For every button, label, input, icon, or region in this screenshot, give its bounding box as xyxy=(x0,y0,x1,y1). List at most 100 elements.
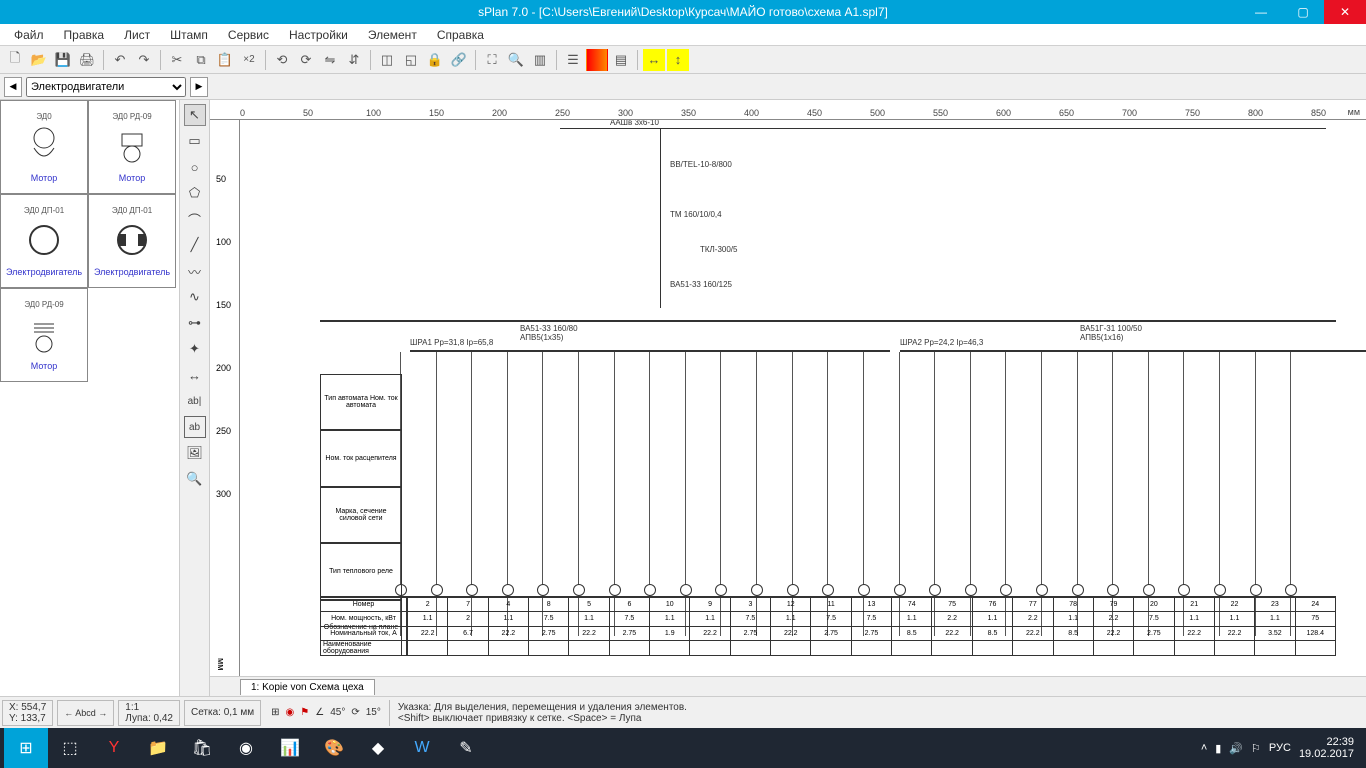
taskbar-app3[interactable]: ◆ xyxy=(356,728,400,768)
lib-prev-button[interactable]: ◀ xyxy=(4,77,22,97)
color-button[interactable] xyxy=(586,49,608,71)
status-grid: Сетка: 0,1 мм xyxy=(184,700,261,726)
window-maximize-button[interactable]: ▢ xyxy=(1282,0,1324,24)
drawing-tools: ↖ ▭ ○ ⬠ ⌒ ╱ 〰 ∿ ⊶ ✦ ↔ ab| ab 🖼 🔍 xyxy=(180,100,210,696)
tray-battery-icon[interactable]: ▮ xyxy=(1215,742,1221,755)
rotate-right-button[interactable]: ⟳ xyxy=(295,49,317,71)
snap-icon[interactable]: ◉ xyxy=(286,707,295,718)
link-button[interactable]: 🔗 xyxy=(448,49,470,71)
symbol-engine-2[interactable]: ЭД0 ДП-01 Электродвигатель xyxy=(88,194,176,288)
flag-icon[interactable]: ⚑ xyxy=(300,707,309,718)
layers-button[interactable]: ▤ xyxy=(610,49,632,71)
window-close-button[interactable]: ✕ xyxy=(1324,0,1366,24)
window-minimize-button[interactable]: — xyxy=(1240,0,1282,24)
new-button[interactable]: 🗋 xyxy=(4,49,26,71)
print-button[interactable]: 🖨 xyxy=(76,49,98,71)
lock-button[interactable]: 🔒 xyxy=(424,49,446,71)
lib-next-button[interactable]: ▶ xyxy=(190,77,208,97)
motor-icon xyxy=(19,121,69,171)
ruler-horizontal: 0 50 100 150 200 250 300 350 400 450 500… xyxy=(210,100,1366,120)
polygon-tool[interactable]: ⬠ xyxy=(184,182,206,204)
taskbar-store[interactable]: 🛍 xyxy=(180,728,224,768)
connection-tool[interactable]: ⊶ xyxy=(184,312,206,334)
taskbar-explorer[interactable]: 📁 xyxy=(136,728,180,768)
pointer-tool[interactable]: ↖ xyxy=(184,104,206,126)
menu-stamp[interactable]: Штамп xyxy=(160,28,218,42)
menu-element[interactable]: Элемент xyxy=(358,28,427,42)
redo-button[interactable]: ↷ xyxy=(133,49,155,71)
tray-flag-icon[interactable]: ⚐ xyxy=(1251,742,1261,755)
symbol-palette: ЭД0 Мотор ЭД0 РД-09 Мотор ЭД0 ДП-01 Элек… xyxy=(0,100,180,696)
menu-file[interactable]: Файл xyxy=(4,28,54,42)
status-zoom: 1:1Лупа: 0,42 xyxy=(118,700,180,726)
mirror-v-button[interactable]: ⇵ xyxy=(343,49,365,71)
status-hint: Указка: Для выделения, перемещения и уда… xyxy=(389,700,1366,726)
menu-help[interactable]: Справка xyxy=(427,28,494,42)
zoom-fit-button[interactable]: ⛶ xyxy=(481,49,503,71)
zoom-tool[interactable]: 🔍 xyxy=(184,468,206,490)
motor-icon xyxy=(19,309,69,359)
text-tool[interactable]: ab xyxy=(184,416,206,438)
open-button[interactable]: 📂 xyxy=(28,49,50,71)
menu-settings[interactable]: Настройки xyxy=(279,28,358,42)
engine-icon xyxy=(107,215,157,265)
rotate-left-button[interactable]: ⟲ xyxy=(271,49,293,71)
sheet-tab[interactable]: 1: Kopie von Схема цеха xyxy=(240,679,375,695)
menu-service[interactable]: Сервис xyxy=(218,28,279,42)
drawing-canvas[interactable]: ААШв 3x6-10 BB/TEL-10-8/800 ТМ 160/10/0,… xyxy=(240,120,1366,676)
measure-v-button[interactable]: ↕ xyxy=(667,49,689,71)
list-button[interactable]: ☰ xyxy=(562,49,584,71)
image-tool[interactable]: 🖼 xyxy=(184,442,206,464)
curve-tool[interactable]: 〰 xyxy=(184,260,206,282)
statusbar: X: 554,7Y: 133,7 ← Abcd → 1:1Лупа: 0,42 … xyxy=(0,696,1366,728)
windows-taskbar: ⊞ ⬚ Y 📁 🛍 ◉ 📊 🎨 ◆ W ✎ ˄ ▮ 🔊 ⚐ РУС 22:391… xyxy=(0,728,1366,768)
save-button[interactable]: 💾 xyxy=(52,49,74,71)
taskbar-yandex[interactable]: Y xyxy=(92,728,136,768)
tray-up-icon[interactable]: ˄ xyxy=(1201,742,1207,754)
bezier-tool[interactable]: ∿ xyxy=(184,286,206,308)
node-tool[interactable]: ✦ xyxy=(184,338,206,360)
angle-icon[interactable]: ∠ xyxy=(315,707,324,718)
symbol-motor-1[interactable]: ЭД0 Мотор xyxy=(0,100,88,194)
tray-volume-icon[interactable]: 🔊 xyxy=(1229,742,1243,755)
rotate-icon[interactable]: ⟳ xyxy=(351,707,359,718)
start-button[interactable]: ⊞ xyxy=(4,728,48,768)
paste-button[interactable]: 📋 xyxy=(214,49,236,71)
tray-lang[interactable]: РУС xyxy=(1269,742,1291,754)
circle-tool[interactable]: ○ xyxy=(184,156,206,178)
measure-h-button[interactable]: ↔ xyxy=(643,49,665,71)
textlabel-tool[interactable]: ab| xyxy=(184,390,206,412)
symbol-motor-2[interactable]: ЭД0 РД-09 Мотор xyxy=(88,100,176,194)
taskbar-app1[interactable]: 📊 xyxy=(268,728,312,768)
duplicate-x2-button[interactable]: ×2 xyxy=(238,49,260,71)
library-bar: ◀ Электродвигатели ▶ xyxy=(0,74,1366,100)
undo-button[interactable]: ↶ xyxy=(109,49,131,71)
special-tool[interactable]: ⌒ xyxy=(184,208,206,230)
line-tool[interactable]: ╱ xyxy=(184,234,206,256)
symbol-motor-3[interactable]: ЭД0 РД-09 Мотор xyxy=(0,288,88,382)
taskbar-splan[interactable]: ✎ xyxy=(444,728,488,768)
tray-clock[interactable]: 22:3919.02.2017 xyxy=(1299,736,1354,760)
find-button[interactable]: 🔍 xyxy=(505,49,527,71)
group-button[interactable]: ◫ xyxy=(376,49,398,71)
menubar: Файл Правка Лист Штамп Сервис Настройки … xyxy=(0,24,1366,46)
status-coords: X: 554,7Y: 133,7 xyxy=(2,700,53,726)
menu-edit[interactable]: Правка xyxy=(54,28,115,42)
rect-tool[interactable]: ▭ xyxy=(184,130,206,152)
symbol-engine-1[interactable]: ЭД0 ДП-01 Электродвигатель xyxy=(0,194,88,288)
cut-button[interactable]: ✂ xyxy=(166,49,188,71)
taskview-button[interactable]: ⬚ xyxy=(48,728,92,768)
mirror-h-button[interactable]: ⇋ xyxy=(319,49,341,71)
taskbar-app2[interactable]: 🎨 xyxy=(312,728,356,768)
taskbar-word[interactable]: W xyxy=(400,728,444,768)
taskbar-chrome[interactable]: ◉ xyxy=(224,728,268,768)
grid-toggle-icon[interactable]: ⊞ xyxy=(271,707,279,718)
copy-button[interactable]: ⧉ xyxy=(190,49,212,71)
schematic-bottom-table: Номер27485610931211137475767778792021222… xyxy=(320,596,1336,656)
library-select[interactable]: Электродвигатели xyxy=(26,77,186,97)
components-button[interactable]: ▥ xyxy=(529,49,551,71)
engine-icon xyxy=(19,215,69,265)
menu-sheet[interactable]: Лист xyxy=(114,28,160,42)
ungroup-button[interactable]: ◱ xyxy=(400,49,422,71)
dimension-tool[interactable]: ↔ xyxy=(184,364,206,386)
